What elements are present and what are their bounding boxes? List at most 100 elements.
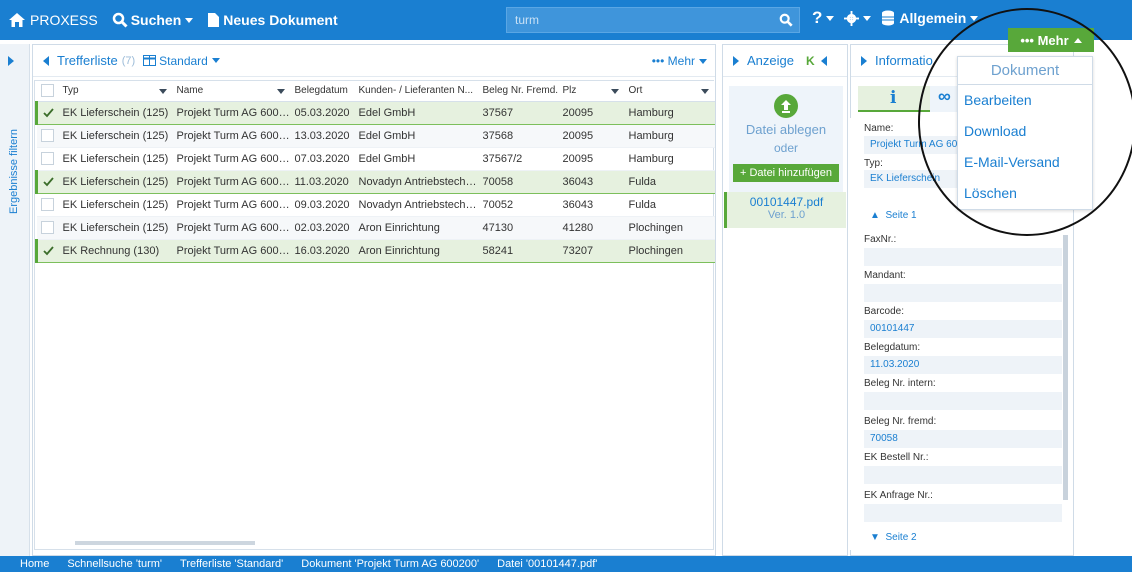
column-header-label: Name <box>176 85 204 97</box>
row-checkbox[interactable] <box>40 198 54 211</box>
table-row[interactable]: EK Rechnung (130) Projekt Turm AG 600200 1… <box>35 238 715 263</box>
row-checkbox[interactable] <box>40 129 54 142</box>
collapse-right-icon[interactable] <box>861 55 867 66</box>
sort-icon[interactable] <box>610 89 619 94</box>
breadcrumb-item[interactable]: Home <box>20 558 49 570</box>
results-more-button[interactable]: ••• Mehr <box>652 54 707 68</box>
row-checkbox[interactable] <box>40 152 54 165</box>
collapse-right-icon[interactable] <box>733 55 739 66</box>
menu-header: Dokument <box>958 57 1092 85</box>
row-checkbox-cell[interactable] <box>35 238 59 263</box>
filter-results-label[interactable]: Ergebnisse filtern <box>8 129 20 214</box>
check-icon[interactable] <box>42 106 55 119</box>
sort-icon[interactable] <box>158 89 167 94</box>
row-checkbox-cell[interactable] <box>36 147 59 171</box>
results-more-label: Mehr <box>667 54 695 68</box>
barcode-value: 00101447 <box>864 320 1062 338</box>
file-item[interactable]: 00101447.pdf Ver. 1.0 <box>724 192 846 228</box>
breadcrumb-item[interactable]: Datei '00101447.pdf' <box>497 558 597 570</box>
table-row[interactable]: EK Lieferschein (125) Projekt Turm AG 600… <box>36 193 715 217</box>
search-input[interactable]: turm <box>506 7 800 33</box>
column-header[interactable]: Typ <box>58 81 173 102</box>
table-row[interactable]: EK Lieferschein (125) Projekt Turm AG 600… <box>36 216 715 240</box>
home-icon <box>9 13 25 27</box>
new-document-label: Neues Dokument <box>223 12 338 28</box>
select-all-header[interactable] <box>36 81 59 102</box>
cell-ort: Hamburg <box>624 100 715 125</box>
row-checkbox-cell[interactable] <box>36 216 59 240</box>
table-row[interactable]: EK Lieferschein (125) Projekt Turm AG 600… <box>36 124 715 148</box>
first-page-icon[interactable]: K <box>806 54 815 68</box>
help-button[interactable]: ? <box>812 8 835 28</box>
row-checkbox-cell[interactable] <box>35 100 59 125</box>
view-label: Standard <box>159 53 208 68</box>
tab-information[interactable]: i <box>858 86 930 112</box>
section-page-1[interactable]: ▲ Seite 1 <box>870 210 917 221</box>
vertical-scrollbar[interactable] <box>1063 235 1068 500</box>
table-row[interactable]: EK Lieferschein (125) Projekt Turm AG 600… <box>35 169 715 194</box>
select-all-checkbox[interactable] <box>40 84 54 98</box>
breadcrumb-item[interactable]: Schnellsuche 'turm' <box>67 558 162 570</box>
column-header[interactable]: Belegdatum <box>290 81 355 102</box>
expand-arrow-icon[interactable] <box>8 56 14 66</box>
menu-item-delete[interactable]: Löschen <box>958 178 1092 209</box>
barcode-label: Barcode: <box>864 306 905 317</box>
chevron-down-icon <box>863 15 872 21</box>
menu-item-download[interactable]: Download <box>958 116 1092 147</box>
new-document-button[interactable]: Neues Dokument <box>207 12 338 28</box>
row-checkbox[interactable] <box>40 221 54 234</box>
profile-label: Allgemein <box>899 10 967 26</box>
document-menu: Dokument Bearbeiten Download E-Mail-Vers… <box>957 56 1093 210</box>
menu-item-email[interactable]: E-Mail-Versand <box>958 147 1092 178</box>
previous-page-icon[interactable] <box>820 55 827 66</box>
document-more-button[interactable]: ••• Mehr <box>1008 28 1094 52</box>
section-page-2[interactable]: ▼ Seite 2 <box>870 532 917 543</box>
sort-icon[interactable] <box>700 89 709 94</box>
cell-kunde: Novadyn Antriebstechnik... <box>354 169 479 194</box>
check-icon[interactable] <box>42 175 55 188</box>
beleg-fremd-label: Beleg Nr. fremd: <box>864 416 937 427</box>
column-header[interactable]: Plz <box>558 81 625 102</box>
page-1-label: Seite 1 <box>885 210 917 221</box>
row-checkbox-cell[interactable] <box>36 124 59 148</box>
column-header[interactable]: Beleg Nr. Fremd... <box>478 81 559 102</box>
beleg-intern-label: Beleg Nr. intern: <box>864 378 936 389</box>
sort-icon[interactable] <box>276 89 285 94</box>
cell-datum: 07.03.2020 <box>290 147 355 171</box>
link-icon[interactable]: ∞ <box>938 86 951 107</box>
horizontal-scrollbar[interactable] <box>75 541 255 545</box>
cell-datum: 05.03.2020 <box>290 100 355 125</box>
cell-plz: 41280 <box>558 216 625 240</box>
column-header[interactable]: Name <box>172 81 291 102</box>
filter-strip[interactable]: Ergebnisse filtern <box>0 44 30 556</box>
column-header[interactable]: Kunden- / Lieferanten N... <box>354 81 479 102</box>
search-menu-button[interactable]: Suchen <box>112 12 194 28</box>
brand[interactable]: PROXESS <box>8 12 98 28</box>
cell-plz: 73207 <box>558 238 625 263</box>
file-name[interactable]: 00101447.pdf <box>727 195 846 209</box>
row-checkbox-cell[interactable] <box>35 169 59 194</box>
chevron-down-icon <box>185 17 194 23</box>
document-more-label: Mehr <box>1037 32 1069 48</box>
fax-label: FaxNr.: <box>864 234 897 245</box>
chevron-down-icon <box>826 15 835 21</box>
search-icon[interactable] <box>779 13 793 27</box>
check-icon[interactable] <box>42 244 55 257</box>
table-row[interactable]: EK Lieferschein (125) Projekt Turm AG 600… <box>36 147 715 171</box>
table-row[interactable]: EK Lieferschein (125) Projekt Turm AG 600… <box>35 100 715 125</box>
breadcrumb-item[interactable]: Dokument 'Projekt Turm AG 600200' <box>301 558 479 570</box>
menu-item-edit[interactable]: Bearbeiten <box>958 85 1092 116</box>
anfrage-label: EK Anfrage Nr.: <box>864 490 933 501</box>
column-header-label: Plz <box>562 85 577 97</box>
column-header[interactable]: Ort <box>624 81 715 102</box>
row-checkbox-cell[interactable] <box>36 193 59 217</box>
view-selector[interactable]: Standard <box>143 54 220 68</box>
cell-name: Projekt Turm AG 600200 <box>172 216 291 240</box>
breadcrumb-item[interactable]: Trefferliste 'Standard' <box>180 558 283 570</box>
add-file-button[interactable]: + Datei hinzufügen <box>733 164 839 182</box>
settings-button[interactable] <box>844 10 872 26</box>
cell-beleg: 70058 <box>478 169 559 194</box>
profile-button[interactable]: Allgemein <box>881 10 979 26</box>
help-icon: ? <box>812 8 823 27</box>
collapse-left-icon[interactable] <box>43 55 49 66</box>
